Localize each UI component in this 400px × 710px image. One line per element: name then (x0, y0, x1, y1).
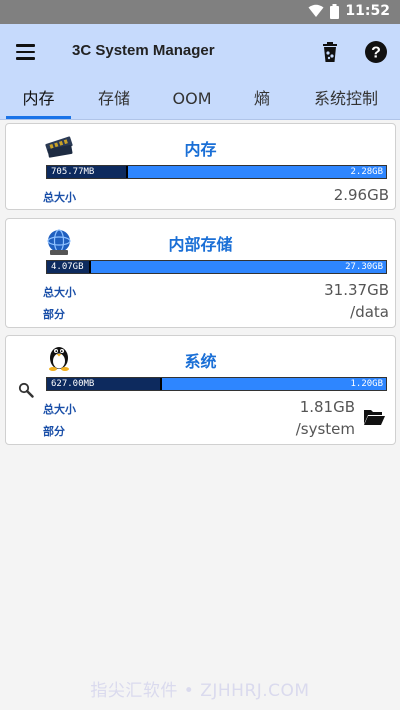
tab-entropy[interactable]: 熵 (240, 80, 284, 120)
internal-storage-used-value: 4.07GB (51, 262, 84, 272)
internal-storage-card[interactable]: 内部存储 4.07GB 27.30GB 总大小 31.37GB 部分 /data (5, 218, 396, 328)
search-icon[interactable] (18, 382, 34, 398)
system-partition-value: /system (295, 420, 355, 438)
memory-total-label: 总大小 (43, 191, 76, 204)
tab-bar: 内存 存储 OOM 熵 系统控制 (0, 80, 400, 120)
memory-used-value: 705.77MB (51, 167, 95, 177)
watermark: 指尖汇软件 • ZJHHRJ.COM (90, 681, 310, 701)
internal-storage-partition-value: /data (350, 303, 389, 321)
tab-system-control[interactable]: 系统控制 (306, 80, 386, 120)
app-bar: 3C System Manager ? (0, 24, 400, 80)
status-bar: 11:52 (0, 0, 400, 24)
tab-indicator (6, 116, 71, 119)
app-title: 3C System Manager (72, 42, 215, 59)
system-title: 系统 (184, 352, 217, 371)
memory-free-value: 2.28GB (350, 167, 383, 177)
svg-text:?: ? (371, 45, 381, 62)
internal-storage-total-label: 总大小 (43, 286, 76, 299)
memory-title: 内存 (184, 140, 217, 159)
system-partition-label: 部分 (43, 425, 65, 438)
system-used-value: 627.00MB (51, 379, 95, 389)
tab-storage[interactable]: 存储 (88, 80, 140, 120)
folder-open-icon[interactable] (363, 408, 385, 426)
memory-total-value: 2.96GB (333, 186, 389, 204)
memory-usage-bar: 705.77MB 2.28GB (46, 165, 387, 179)
internal-storage-usage-bar: 4.07GB 27.30GB (46, 260, 387, 274)
internal-storage-total-value: 31.37GB (324, 281, 389, 299)
tab-oom[interactable]: OOM (166, 80, 218, 120)
wifi-icon (308, 4, 324, 17)
help-icon[interactable]: ? (364, 40, 388, 64)
system-usage-bar: 627.00MB 1.20GB (46, 377, 387, 391)
tab-memory[interactable]: 内存 (6, 80, 71, 120)
internal-storage-free-value: 27.30GB (345, 262, 383, 272)
system-total-value: 1.81GB (299, 398, 355, 416)
battery-icon (330, 3, 340, 19)
memory-card[interactable]: 内存 705.77MB 2.28GB 总大小 2.96GB (5, 123, 396, 210)
system-free-value: 1.20GB (350, 379, 383, 389)
menu-icon[interactable] (16, 40, 40, 64)
system-card[interactable]: 系统 627.00MB 1.20GB 总大小 1.81GB 部分 /system (5, 335, 396, 445)
internal-storage-title: 内部存储 (168, 235, 233, 254)
system-total-label: 总大小 (43, 403, 76, 416)
trash-clean-icon[interactable] (318, 40, 342, 64)
clock: 11:52 (345, 3, 390, 19)
internal-storage-partition-label: 部分 (43, 308, 65, 321)
